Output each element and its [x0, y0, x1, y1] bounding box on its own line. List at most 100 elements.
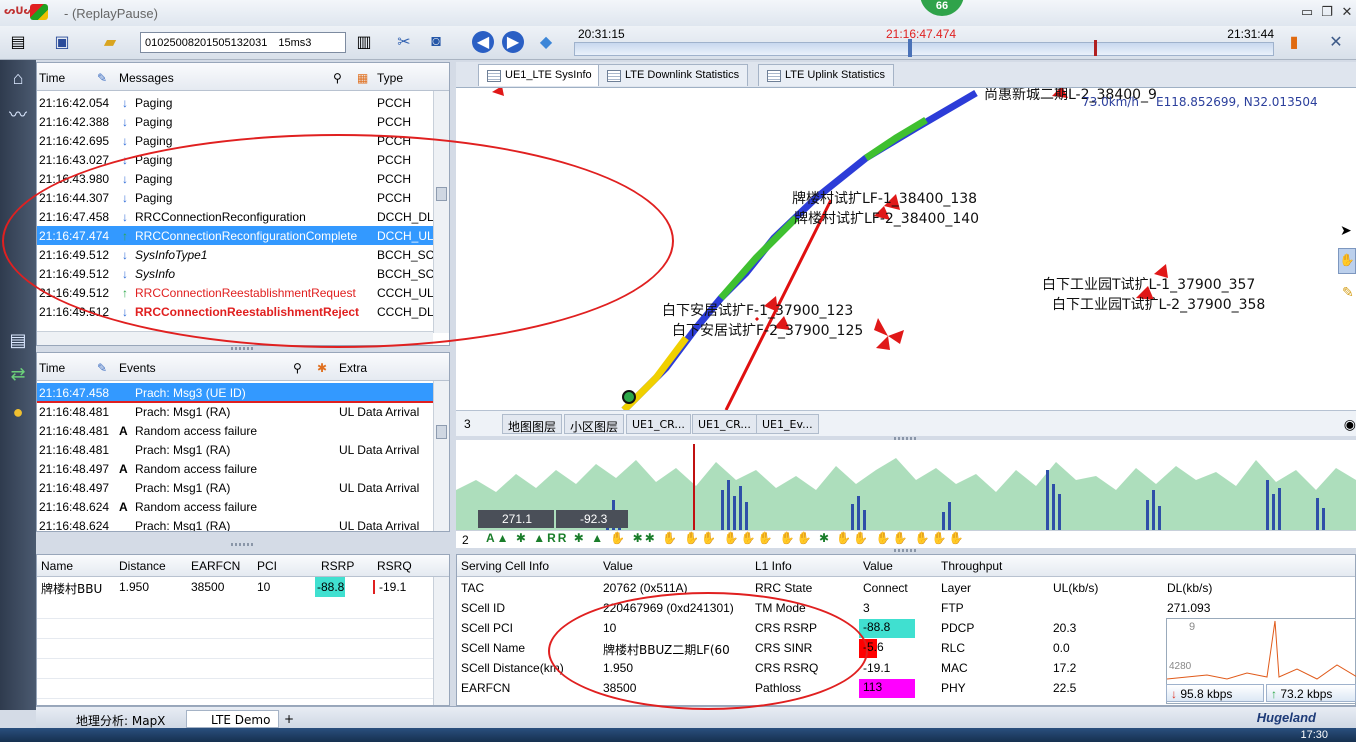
message-row[interactable]: 21:16:42.388 ↓ Paging PCCH [37, 112, 433, 131]
play-icon[interactable]: ▶ [502, 31, 524, 53]
save-icon[interactable]: ▣ [50, 31, 74, 53]
drive-route-green-2 [864, 116, 928, 161]
event-row[interactable]: 21:16:48.481 A Random access failure [37, 421, 433, 440]
cursor-tool-icon[interactable]: ➤ [1340, 222, 1356, 244]
event-row[interactable]: 21:16:47.458 Prach: Msg3 (UE ID) [37, 383, 433, 402]
message-row[interactable]: 21:16:42.054 ↓ Paging PCCH [37, 93, 433, 112]
close-button[interactable]: ✕ [1338, 4, 1356, 20]
throughput-layer: FTP [941, 601, 964, 615]
event-time: 21:16:48.481 [39, 424, 110, 438]
tab-lte-sysinfo[interactable]: UE1_LTE SysInfo [478, 64, 601, 86]
splitter-2[interactable] [36, 542, 450, 548]
filter-icon[interactable]: ▦ [357, 71, 368, 85]
col-messages[interactable]: Messages [119, 71, 174, 85]
col-type[interactable]: Type [377, 71, 403, 85]
alarm-icon[interactable]: ● [5, 400, 31, 424]
pin-icon[interactable]: ✎ [97, 71, 107, 85]
col-pci[interactable]: PCI [257, 559, 277, 573]
event-time: 21:16:48.497 [39, 462, 110, 476]
rewind-icon[interactable]: ◀ [472, 31, 494, 53]
download-rate: ↓ 95.8 kbps [1166, 684, 1264, 702]
tab-ue1-ev[interactable]: UE1_Ev... [756, 414, 819, 434]
tab-cell-layer[interactable]: 小区图层 [564, 414, 625, 434]
tab-ue1-cr-1[interactable]: UE1_CR... [626, 414, 691, 434]
filter-icon[interactable]: ✱ [317, 361, 327, 375]
tab-lte-downlink[interactable]: LTE Downlink Statistics [598, 64, 749, 86]
add-tab-button[interactable]: + [280, 710, 302, 728]
col-earfcn[interactable]: EARFCN [191, 559, 240, 573]
search-icon[interactable]: ⚲ [293, 361, 302, 375]
log-icon[interactable]: ▥ [352, 31, 376, 53]
open-folder-icon[interactable]: ▰ [98, 31, 122, 53]
tab-ue1-cr-2[interactable]: UE1_CR... [692, 414, 757, 434]
minimize-button[interactable]: ▭ [1298, 4, 1316, 20]
event-name: Random access failure [135, 462, 258, 476]
col-name[interactable]: Name [41, 559, 73, 573]
col-rsrp[interactable]: RSRP [321, 559, 354, 573]
graph-icon[interactable]: 〰 [5, 102, 31, 126]
signal-chart[interactable]: 271.1 -92.3 [456, 440, 1356, 530]
strip-number: 2 [462, 533, 469, 547]
restore-button[interactable]: ❐ [1318, 4, 1336, 20]
event-row[interactable]: 21:16:48.481 Prach: Msg1 (RA) UL Data Arri… [37, 440, 433, 459]
left-sidebar: ⌂ 〰 ▤ ⇄ ● [0, 60, 36, 710]
pencil-tool-icon[interactable]: ✎ [1342, 284, 1354, 302]
tab-lte-uplink[interactable]: LTE Uplink Statistics [758, 64, 895, 86]
tab-map-layer[interactable]: 地图图层 [502, 414, 563, 434]
events-scrollbar[interactable] [433, 381, 449, 531]
cell-label-358: 白下工业园T试扩L-2_37900_358 [1052, 297, 1266, 313]
throughput-ul: 20.3 [1053, 621, 1077, 635]
neighbor-row[interactable]: 牌楼村BBU 1.950 38500 10 -88.8 -19.1 [37, 577, 433, 599]
failure-icon: A [119, 500, 128, 514]
throughput-header: Layer [941, 581, 972, 595]
cell-label-138: 牌楼村试扩LF-1_38400_138 [792, 191, 978, 207]
down-arrow-icon: ↓ [1171, 687, 1181, 701]
camera-icon[interactable]: ◙ [424, 31, 448, 53]
brand-logo: Hugeland [1256, 710, 1316, 725]
event-row[interactable]: 21:16:48.624 A Random access failure [37, 497, 433, 516]
neighbor-distance: 1.950 [119, 580, 150, 594]
tab-lte-demo[interactable]: LTE Demo [186, 710, 280, 728]
eye-icon[interactable]: ◉ [1344, 416, 1356, 433]
col-events[interactable]: Events [119, 361, 156, 375]
tools-icon[interactable]: ✕ [1324, 31, 1348, 53]
col-distance[interactable]: Distance [119, 559, 166, 573]
replay-timeline[interactable]: 20:31:15 21:16:47.474 21:31:44 [574, 26, 1274, 60]
scissors-icon[interactable]: ✂ [392, 31, 416, 53]
event-row[interactable]: 21:16:48.497 A Random access failure [37, 459, 433, 478]
event-time: 21:16:48.481 [39, 405, 110, 419]
system-clock: 17:30 [1300, 729, 1328, 741]
col-time[interactable]: Time [39, 361, 65, 375]
transfer-icon[interactable]: ⇄ [5, 362, 31, 386]
event-row[interactable]: 21:16:48.481 Prach: Msg1 (RA) UL Data Arri… [37, 402, 433, 421]
chart-icon[interactable]: ▮ [1282, 31, 1306, 53]
neighbor-scrollbar[interactable] [433, 577, 449, 705]
event-time: 21:16:48.624 [39, 500, 110, 514]
event-time: 21:16:48.497 [39, 481, 110, 495]
col-l1-value: Value [863, 559, 893, 573]
tab-mapx[interactable]: 地理分析: MapX [52, 710, 173, 728]
upload-rate: ↑ 73.2 kbps [1266, 684, 1356, 702]
timeline-marker [1094, 40, 1097, 56]
pin-icon[interactable]: ✎ [97, 361, 107, 375]
main-toolbar: ▤ ▣ ▰ ▥ ✂ ◙ ◀ ▶ ◆ 20:31:15 21:16:47.474 … [0, 26, 1356, 60]
serving-cell-key: SCell Distance(km) [461, 661, 564, 675]
event-row[interactable]: 21:16:48.497 Prach: Msg1 (RA) UL Data Arri… [37, 478, 433, 497]
report-icon[interactable]: ▤ [5, 328, 31, 352]
log-file-field[interactable] [140, 32, 346, 53]
events-scroll-thumb[interactable] [436, 425, 447, 439]
col-rsrq[interactable]: RSRQ [377, 559, 412, 573]
col-time[interactable]: Time [39, 71, 65, 85]
layout-icon[interactable]: ▤ [6, 31, 30, 53]
event-row[interactable]: 21:16:48.624 Prach: Msg1 (RA) UL Data Arri… [37, 516, 433, 531]
speed-icon[interactable]: ◆ [534, 31, 558, 53]
pan-tool-icon[interactable]: ✋ [1338, 248, 1356, 274]
home-icon[interactable]: ⌂ [5, 66, 31, 90]
event-name: Prach: Msg1 (RA) [135, 443, 231, 457]
annotation-ellipse-serving [548, 592, 868, 710]
col-extra[interactable]: Extra [339, 361, 367, 375]
event-name: Prach: Msg1 (RA) [135, 405, 231, 419]
timeline-thumb[interactable] [908, 39, 912, 57]
timeline-track[interactable] [574, 42, 1274, 56]
search-icon[interactable]: ⚲ [333, 71, 342, 85]
